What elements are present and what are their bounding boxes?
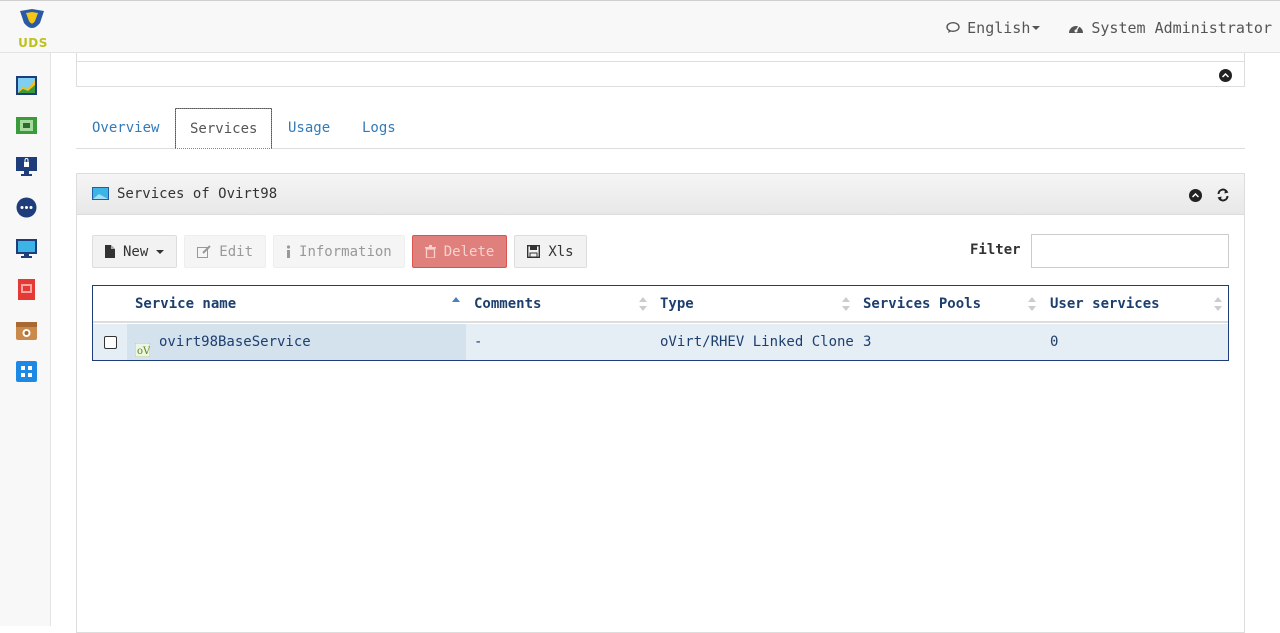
language-label: English	[967, 19, 1031, 37]
services-panel: Services of Ovirt98 New Edit Information…	[76, 173, 1245, 633]
delete-button[interactable]: Delete	[411, 235, 508, 268]
new-button[interactable]: New	[92, 235, 178, 268]
cell-services-pools: 3	[863, 334, 872, 350]
column-comments[interactable]: Comments	[474, 286, 541, 322]
toolbar: New Edit Information Delete Xls	[92, 235, 594, 268]
xls-button[interactable]: Xls	[514, 235, 587, 268]
language-dropdown[interactable]: English	[946, 19, 1041, 37]
monitor-icon	[92, 187, 109, 204]
tab-usage[interactable]: Usage	[288, 108, 330, 148]
user-menu[interactable]: System Administrator	[1068, 19, 1272, 37]
refresh-icon[interactable]	[1216, 188, 1230, 202]
connectivity-icon[interactable]	[16, 197, 37, 218]
reports-icon[interactable]	[16, 279, 37, 300]
edit-button[interactable]: Edit	[184, 235, 267, 268]
filter-input[interactable]	[1031, 234, 1229, 268]
sort-asc-icon	[452, 297, 460, 311]
user-label: System Administrator	[1091, 19, 1272, 37]
tab-logs[interactable]: Logs	[362, 108, 396, 148]
services-icon[interactable]	[16, 115, 37, 136]
panel-header: Services of Ovirt98	[77, 174, 1244, 215]
sort-icon	[639, 297, 647, 311]
top-navbar: UDS English System Administrator	[0, 0, 1280, 53]
sidebar	[0, 53, 51, 626]
sort-icon	[1028, 297, 1036, 311]
uds-logo[interactable]: UDS	[14, 9, 50, 50]
information-label: Information	[299, 243, 392, 260]
info-icon	[286, 245, 291, 258]
dashboard-icon[interactable]	[16, 75, 37, 96]
sort-icon	[1214, 297, 1222, 311]
file-icon	[105, 245, 115, 258]
pools-icon[interactable]	[16, 238, 37, 259]
ovirt-icon: oV	[134, 335, 151, 371]
table-header: Service name Comments Type Services Pool…	[93, 286, 1228, 323]
table-row[interactable]: oV ovirt98BaseService - oVirt/RHEV Linke…	[93, 324, 1228, 360]
information-button[interactable]: Information	[273, 235, 405, 268]
delete-label: Delete	[443, 243, 495, 260]
comments-icon	[946, 22, 960, 33]
chevron-up-icon[interactable]	[1219, 69, 1232, 82]
chevron-down-icon	[156, 249, 165, 254]
filter-label: Filter	[970, 242, 1021, 258]
tools-icon[interactable]	[16, 320, 37, 341]
services-table: Service name Comments Type Services Pool…	[92, 285, 1229, 361]
edit-label: Edit	[219, 243, 254, 260]
service-name: ovirt98BaseService	[159, 334, 311, 350]
cell-comments: -	[474, 334, 483, 350]
save-icon	[527, 245, 541, 258]
edit-icon	[197, 245, 212, 258]
new-label: New	[123, 243, 149, 260]
cell-type: oVirt/RHEV Linked Clone	[660, 334, 854, 350]
panel-title: Services of Ovirt98	[117, 186, 278, 202]
column-services-pools[interactable]: Services Pools	[863, 286, 981, 322]
tab-services[interactable]: Services	[175, 108, 273, 149]
collapse-icon[interactable]	[1189, 189, 1202, 202]
divider	[77, 61, 1244, 62]
column-service-name[interactable]: Service name	[135, 286, 236, 322]
column-user-services[interactable]: User services	[1050, 286, 1160, 322]
dashboard-gauge-icon	[1069, 25, 1084, 33]
xls-label: Xls	[548, 243, 574, 260]
row-checkbox[interactable]	[104, 336, 117, 349]
logo-text: UDS	[18, 36, 48, 50]
sort-icon	[842, 297, 850, 311]
svg-text:oV: oV	[137, 346, 150, 357]
cell-service-name: oV ovirt98BaseService	[127, 324, 466, 360]
tab-overview[interactable]: Overview	[92, 108, 159, 148]
collapsed-panel	[76, 53, 1245, 87]
configuration-icon[interactable]	[16, 361, 37, 382]
column-type[interactable]: Type	[660, 286, 694, 322]
chevron-down-icon	[1032, 26, 1041, 30]
tab-bar: Overview Services Usage Logs	[76, 108, 1245, 149]
authenticators-icon[interactable]	[16, 156, 37, 177]
trash-icon	[424, 245, 436, 258]
cell-user-services: 0	[1050, 334, 1059, 350]
